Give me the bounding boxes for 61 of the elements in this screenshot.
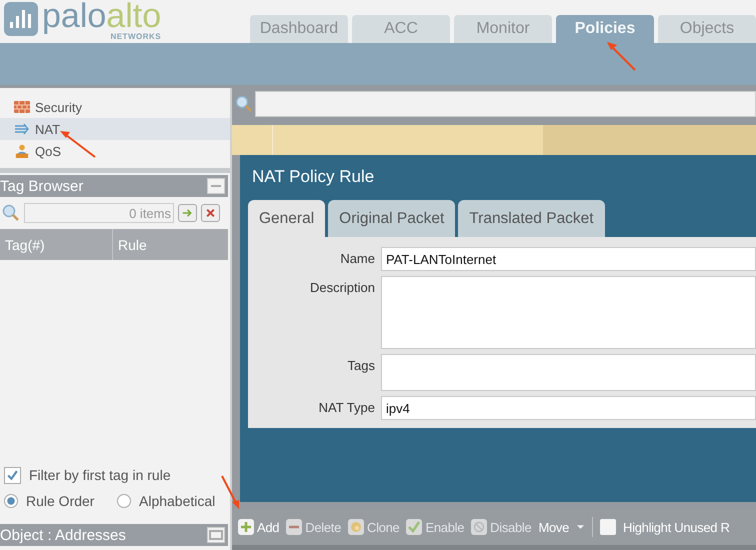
dialog-tab[interactable]: Original Packet xyxy=(328,200,456,237)
field-label: NAT Type xyxy=(318,399,376,415)
text-area[interactable] xyxy=(381,276,756,349)
check-icon xyxy=(406,519,422,535)
nav-tab[interactable]: ACC xyxy=(352,15,450,43)
arrows-icon xyxy=(14,122,30,136)
nav-tab[interactable]: Dashboard xyxy=(250,15,348,43)
nav-item[interactable]: Security xyxy=(0,96,230,118)
table-row[interactable] xyxy=(232,125,756,155)
annotation-arrow xyxy=(607,42,636,71)
nav-item[interactable]: QoS xyxy=(0,140,230,162)
brand-name: alto xyxy=(106,0,162,35)
minimize-button[interactable] xyxy=(207,178,225,194)
checkbox-label: Highlight Unused R xyxy=(623,520,730,534)
blocked-icon xyxy=(471,519,488,535)
column-header[interactable]: Tag(#) xyxy=(0,229,113,260)
firewall-icon xyxy=(14,100,30,114)
radio-label: Alphabetical xyxy=(139,493,216,509)
brand-tagline: NETWORKS xyxy=(110,32,162,41)
tags-field[interactable] xyxy=(381,354,756,391)
checkbox[interactable] xyxy=(4,466,21,484)
radio-button[interactable] xyxy=(4,494,18,508)
nav-tab[interactable]: Policies xyxy=(556,15,654,43)
logo-icon xyxy=(4,2,38,36)
column-header[interactable]: Rule xyxy=(113,229,228,260)
caret-icon xyxy=(576,524,586,530)
nav-item[interactable]: NAT xyxy=(0,118,230,140)
field-label: Description xyxy=(308,279,376,295)
annotation-arrow xyxy=(221,476,239,509)
dialog-title: NAT Policy Rule xyxy=(251,166,376,188)
nav-tab[interactable]: Monitor xyxy=(454,15,552,43)
dialog-tab[interactable]: Translated Packet xyxy=(458,200,605,237)
search-field[interactable] xyxy=(255,91,756,117)
radio-label: Rule Order xyxy=(26,493,94,509)
nav-tab[interactable]: Objects xyxy=(658,15,756,43)
close-icon xyxy=(205,208,216,218)
person-icon xyxy=(14,144,30,158)
brand-name: palo xyxy=(42,0,106,35)
radio-button[interactable] xyxy=(117,494,131,508)
search-icon xyxy=(2,204,20,222)
field-label: Tags xyxy=(346,357,376,373)
panel-title: Tag Browser xyxy=(0,178,84,194)
plus-icon xyxy=(238,519,254,535)
annotation-arrow xyxy=(60,131,96,158)
search-field[interactable]: 0 items xyxy=(24,203,174,223)
field-label: Name xyxy=(339,250,376,266)
clone-icon xyxy=(348,519,364,535)
search-icon xyxy=(235,95,253,113)
clear-filter-button[interactable] xyxy=(201,204,220,222)
checkbox-label: Filter by first tag in rule xyxy=(29,467,171,483)
minus-icon xyxy=(286,519,302,535)
menu-button[interactable]: Move xyxy=(538,520,586,534)
dialog-tab[interactable]: General xyxy=(248,200,326,237)
checkbox[interactable] xyxy=(600,519,616,535)
toolbar-button[interactable]: Add xyxy=(238,519,280,535)
restore-button[interactable] xyxy=(207,527,225,543)
input-field[interactable]: PAT-LANToInternet xyxy=(381,247,756,271)
arrow-right-icon xyxy=(182,208,193,218)
input-field[interactable]: ipv4 xyxy=(381,396,756,420)
apply-filter-button[interactable] xyxy=(178,204,197,222)
panel-title: Object : Addresses xyxy=(0,526,126,544)
